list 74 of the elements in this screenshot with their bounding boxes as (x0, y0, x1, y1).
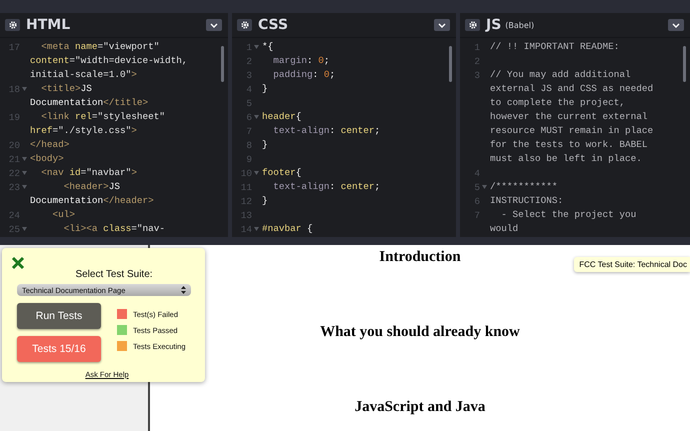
code-line: must also be left in place. (490, 152, 643, 166)
code-line: text-align: center; (272, 124, 380, 138)
code-line: however the current external (490, 110, 649, 124)
scrollbar[interactable] (221, 46, 224, 82)
code-line: header{ (262, 110, 302, 124)
caret-icon (438, 22, 446, 28)
code-line: Documentation</title> (30, 96, 148, 110)
code-line: would (490, 222, 520, 236)
code-line: } (262, 82, 268, 96)
section-heading: What you should already know (320, 324, 520, 341)
code-line: resource MUST remain in place (490, 124, 654, 138)
code-line: /*********** (490, 180, 558, 194)
caret-icon (210, 22, 218, 28)
fold-arrow-icon[interactable] (22, 227, 27, 231)
close-icon[interactable] (11, 256, 25, 270)
gear-icon (468, 21, 476, 29)
code-line: } (262, 194, 268, 208)
code-line: #navbar { (262, 222, 313, 236)
gear-icon (8, 21, 16, 29)
dropdown-button[interactable] (206, 19, 222, 31)
code-line: <header>JS (62, 180, 122, 194)
fold-arrow-icon[interactable] (254, 45, 259, 49)
section-heading: JavaScript and Java (354, 399, 486, 416)
editor-title: JS (486, 17, 502, 33)
code-line: - Select the project you (500, 208, 636, 222)
code-line: // You may add additional (490, 68, 632, 82)
code-line: <meta name="viewport" (40, 40, 160, 54)
select-arrows-icon (181, 286, 186, 294)
code-line: <nav id="navbar"> (40, 166, 137, 180)
section-heading: Introduction (379, 249, 461, 266)
fold-arrow-icon[interactable] (254, 171, 259, 175)
fold-arrow-icon[interactable] (22, 87, 27, 91)
scrollbar[interactable] (683, 46, 686, 82)
code-line: <li><a class="nav- (62, 222, 166, 236)
code-line: <ul> (52, 208, 76, 222)
code-line: // !! IMPORTANT README: (490, 40, 620, 54)
editor-subtitle: (Babel) (505, 20, 534, 30)
gear-icon (240, 21, 248, 29)
test-button[interactable]: Run Tests (17, 303, 101, 329)
settings-button[interactable] (465, 19, 480, 31)
code-line: content="width=device-width, (30, 54, 188, 68)
code-line: Documentation</header> (30, 194, 154, 208)
code-line: to complete the project, (490, 96, 626, 110)
code-line: for the tests to work. BABEL (490, 138, 649, 152)
fold-arrow-icon[interactable] (22, 185, 27, 189)
fold-arrow-icon[interactable] (254, 115, 259, 119)
code-line: margin: 0; (272, 54, 330, 68)
editor-title: HTML (26, 17, 70, 33)
fold-arrow-icon[interactable] (22, 171, 27, 175)
code-line: footer{ (262, 166, 302, 180)
code-line: padding: 0; (272, 68, 336, 82)
caret-icon (672, 22, 680, 28)
code-line: INSTRUCTIONS: (490, 194, 564, 208)
code-line: initial-scale=1.0"> (30, 68, 138, 82)
editor-title: CSS (258, 17, 288, 33)
scrollbar[interactable] (449, 46, 452, 82)
code-line: </head> (30, 138, 70, 152)
code-line: <title>JS (40, 82, 93, 96)
code-line: } (262, 138, 268, 152)
code-line: *{ (262, 40, 274, 54)
settings-button[interactable] (237, 19, 252, 31)
tooltip: FCC Test Suite: Technical Doc (574, 257, 690, 272)
code-line: text-align: center; (272, 180, 380, 194)
code-line: external JS and CSS as needed (490, 82, 654, 96)
fold-arrow-icon[interactable] (254, 227, 259, 231)
code-line: <body> (30, 152, 64, 166)
code-line: href="./style.css"> (30, 124, 138, 138)
dropdown-button[interactable] (668, 19, 684, 31)
settings-button[interactable] (5, 19, 20, 31)
dropdown-button[interactable] (434, 19, 450, 31)
code-line: <link rel="stylesheet" (40, 110, 166, 124)
fold-arrow-icon[interactable] (22, 157, 27, 161)
panel-title: Select Test Suite: (74, 269, 154, 280)
fold-arrow-icon[interactable] (482, 185, 487, 189)
